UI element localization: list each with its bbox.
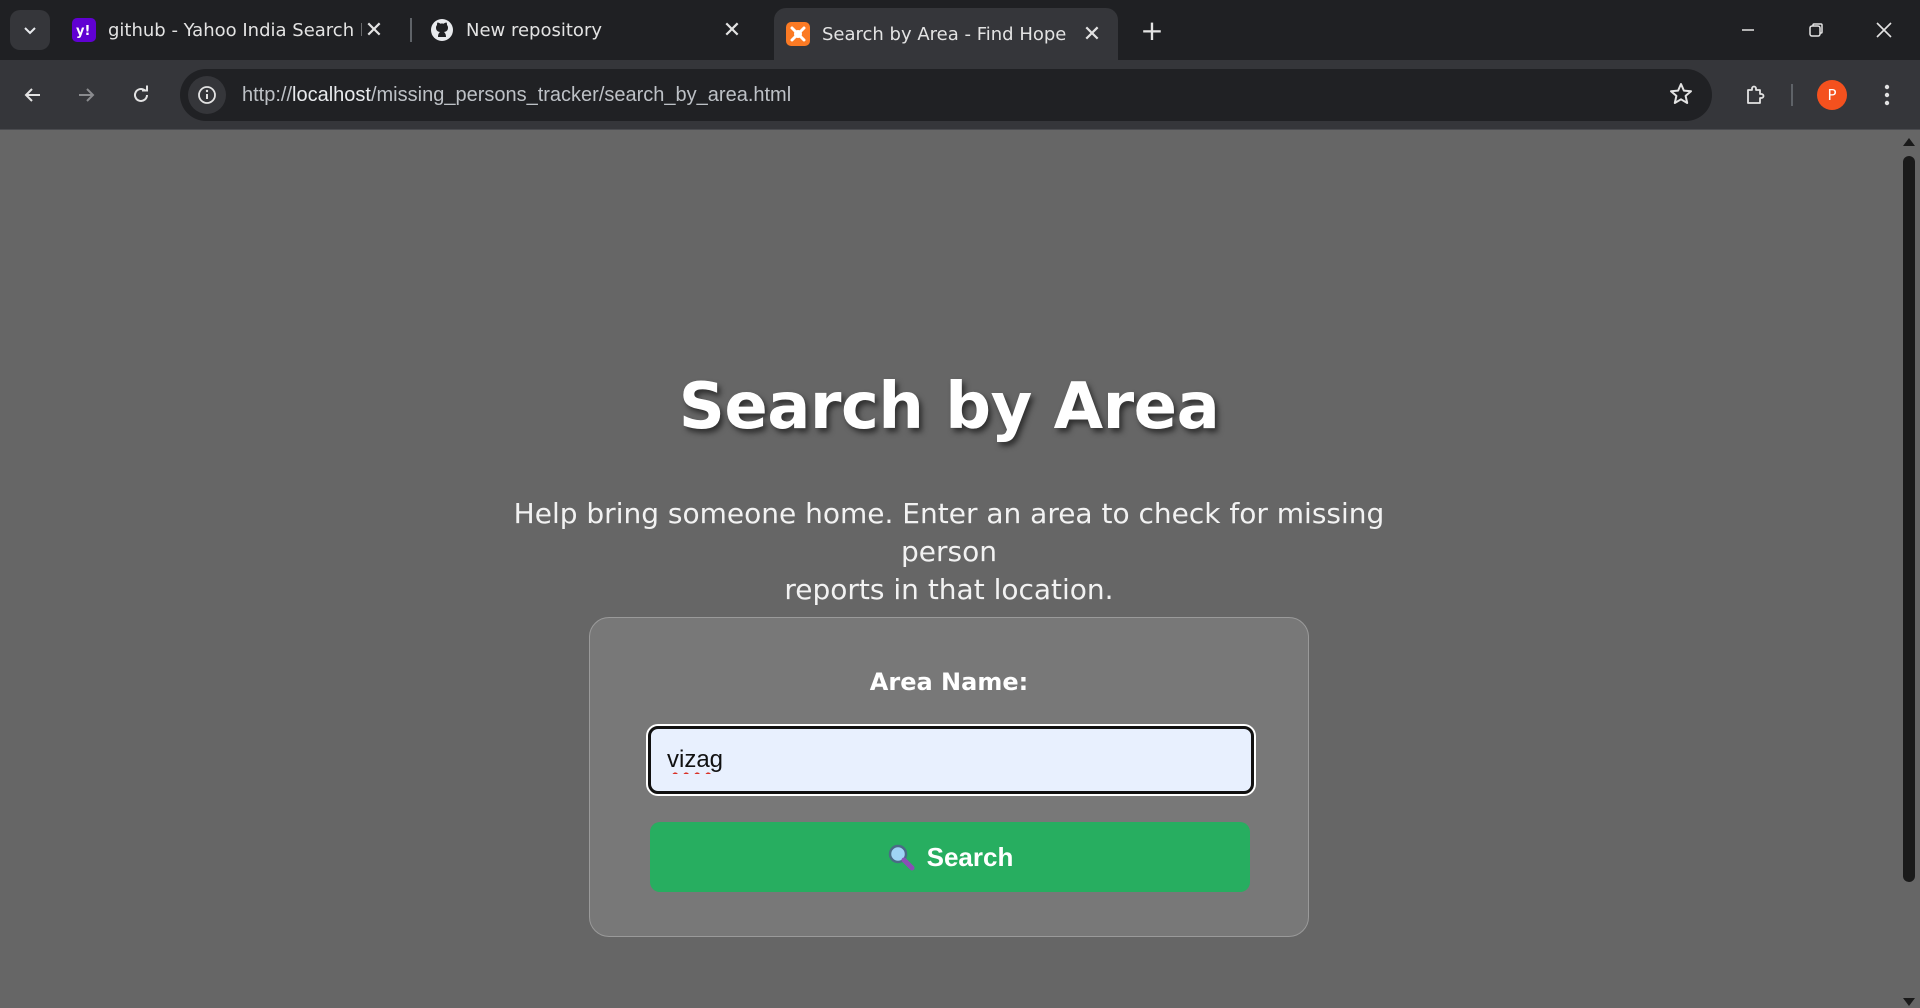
back-arrow-icon[interactable] — [14, 76, 52, 114]
xampp-icon — [786, 22, 810, 46]
minimize-icon[interactable] — [1726, 8, 1770, 52]
url-path: /missing_persons_tracker/search_by_area.… — [370, 83, 792, 106]
tab-separator — [410, 18, 412, 42]
site-info-icon[interactable] — [188, 76, 226, 114]
subtitle-line: Help bring someone home. Enter an area t… — [513, 497, 1385, 568]
extensions-puzzle-icon[interactable] — [1736, 76, 1774, 114]
browser-toolbar: http://localhost/missing_persons_tracker… — [0, 60, 1920, 130]
close-icon[interactable]: ✕ — [362, 18, 386, 43]
tab-title: github - Yahoo India Search Re — [108, 19, 362, 41]
url-text[interactable]: http://localhost/missing_persons_tracker… — [242, 84, 791, 107]
tab-yahoo-search[interactable]: y! github - Yahoo India Search Re ✕ — [60, 8, 400, 52]
restore-icon[interactable] — [1794, 8, 1838, 52]
magnifying-glass-icon — [887, 843, 915, 871]
tab-search-button[interactable] — [10, 10, 50, 50]
subtitle-line: reports in that location. — [784, 573, 1114, 606]
url-host: localhost — [292, 83, 371, 106]
tab-title: Search by Area - Find Hope — [822, 23, 1067, 45]
area-name-label: Area Name: — [869, 668, 1029, 696]
url-prefix: http:// — [242, 83, 293, 106]
scroll-up-arrow-icon[interactable] — [1903, 138, 1915, 146]
search-button-label: Search — [926, 841, 1014, 872]
toolbar-separator — [1791, 84, 1793, 106]
tab-strip: y! github - Yahoo India Search Re ✕ New … — [0, 0, 1920, 60]
area-name-input[interactable] — [648, 726, 1254, 794]
scrollbar-thumb[interactable] — [1903, 156, 1915, 882]
new-tab-plus-icon[interactable]: + — [1136, 14, 1168, 47]
tab-new-repository[interactable]: New repository ✕ — [418, 8, 758, 52]
chevron-down-icon — [24, 27, 36, 35]
scroll-down-arrow-icon[interactable] — [1903, 998, 1915, 1006]
yahoo-icon: y! — [72, 18, 96, 42]
search-form-card: Area Name: Search — [589, 617, 1309, 937]
address-bar[interactable]: http://localhost/missing_persons_tracker… — [180, 69, 1712, 121]
search-button[interactable]: Search — [650, 822, 1250, 892]
close-icon[interactable]: ✕ — [1080, 22, 1104, 47]
window-close-icon[interactable] — [1862, 8, 1906, 52]
tab-search-by-area[interactable]: Search by Area - Find Hope ✕ — [774, 8, 1118, 60]
forward-arrow-icon[interactable] — [67, 76, 105, 114]
tab-title: New repository — [466, 19, 603, 41]
page-subtitle: Help bring someone home. Enter an area t… — [499, 495, 1399, 609]
profile-avatar[interactable]: P — [1817, 80, 1847, 110]
kebab-menu-icon[interactable] — [1868, 76, 1906, 114]
svg-text:y!: y! — [76, 24, 90, 39]
vertical-scrollbar[interactable] — [1898, 130, 1920, 1008]
close-icon[interactable]: ✕ — [720, 18, 744, 43]
github-icon — [430, 18, 454, 42]
bookmark-star-icon[interactable] — [1668, 81, 1694, 111]
page-title: Search by Area — [678, 370, 1220, 444]
reload-icon[interactable] — [122, 76, 160, 114]
